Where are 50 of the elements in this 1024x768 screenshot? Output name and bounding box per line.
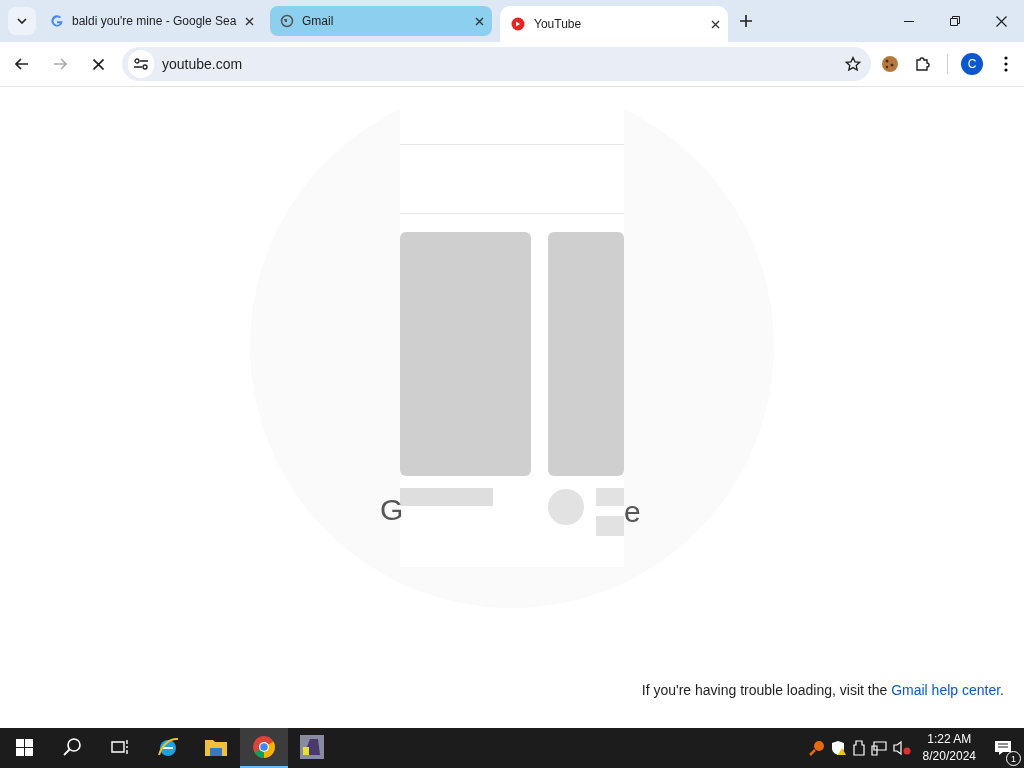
placeholder-bar — [596, 488, 624, 506]
menu-icon — [1004, 56, 1008, 72]
network-icon[interactable] — [870, 740, 887, 756]
shield-warning-icon[interactable] — [830, 740, 847, 756]
globe-icon — [280, 14, 294, 28]
star-icon[interactable] — [845, 56, 861, 72]
tab-title: YouTube — [534, 17, 583, 31]
minimize-icon — [904, 20, 914, 22]
arrow-right-icon — [53, 58, 67, 70]
notification-count: 1 — [1006, 751, 1021, 766]
help-link[interactable]: Gmail help center — [891, 682, 1001, 698]
plus-icon — [740, 15, 752, 27]
chrome-icon — [252, 735, 276, 759]
site-info-button[interactable] — [128, 50, 154, 78]
arrow-left-icon — [15, 58, 29, 70]
restore-icon — [950, 16, 960, 26]
tab-title: baldi you're mine - Google Sea — [72, 14, 237, 28]
close-icon[interactable] — [245, 16, 254, 26]
logo-letter: G — [380, 495, 404, 525]
tab-search-button[interactable] — [8, 7, 36, 35]
youtube-icon — [510, 17, 526, 31]
speaker-muted-icon[interactable] — [892, 740, 911, 756]
taskbar-app-button[interactable] — [240, 728, 288, 768]
tab-title: Gmail — [302, 14, 335, 28]
google-icon — [50, 14, 64, 28]
browser-tab[interactable]: baldi you're mine - Google Sea — [40, 6, 262, 36]
task-view-icon — [111, 739, 129, 755]
close-icon[interactable] — [475, 16, 484, 26]
help-text: If you're having trouble loading, visit the Gmail help center. — [641, 682, 1004, 698]
magnifier-icon[interactable] — [808, 740, 825, 756]
game-icon — [300, 735, 324, 759]
search-icon — [62, 737, 82, 757]
browser-e-icon — [156, 735, 180, 759]
placeholder-bar — [596, 516, 624, 536]
usb-drive-icon[interactable] — [852, 740, 865, 756]
browser-tab[interactable]: Gmail — [270, 6, 492, 36]
logo-letter: e — [624, 497, 641, 527]
cookie-icon[interactable] — [881, 55, 899, 73]
windows-icon — [15, 738, 33, 756]
message-icon — [994, 740, 1012, 756]
puzzle-icon — [915, 56, 931, 72]
clock-button[interactable]: 1:22 AM 8/20/2024 — [916, 731, 982, 765]
close-icon[interactable] — [711, 19, 720, 29]
chevron-down-icon — [17, 18, 27, 24]
sliders-icon — [134, 58, 148, 70]
browser-tab[interactable]: YouTube — [500, 6, 728, 42]
folder-icon — [204, 737, 228, 757]
close-icon — [995, 15, 1007, 27]
close-icon — [92, 58, 104, 70]
placeholder-circle — [548, 489, 584, 525]
